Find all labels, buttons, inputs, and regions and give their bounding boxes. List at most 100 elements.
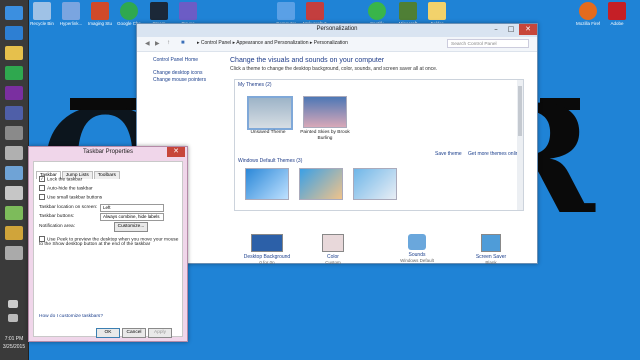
theme-unsaved[interactable] bbox=[247, 96, 293, 130]
close-button[interactable]: ✕ bbox=[519, 24, 537, 35]
dialog-titlebar[interactable]: Taskbar Properties ✕ bbox=[29, 147, 187, 159]
main-panel: Change the visuals and sounds on your co… bbox=[230, 51, 537, 265]
screen-saver-item[interactable]: Screen Saver Blank bbox=[460, 234, 522, 265]
window-titlebar[interactable]: Personalization – □ ✕ bbox=[137, 24, 537, 37]
cancel-button[interactable]: Cancel bbox=[122, 328, 146, 338]
hp-icon[interactable] bbox=[5, 106, 23, 120]
app-icon[interactable] bbox=[5, 186, 23, 200]
speaker-icon bbox=[408, 234, 426, 250]
autohide-checkbox[interactable]: Auto-hide the taskbar bbox=[39, 185, 93, 191]
themes-scrollbar[interactable] bbox=[517, 80, 523, 210]
get-more-themes-link[interactable]: Get more themes online bbox=[468, 151, 521, 157]
control-panel-icon: ■ bbox=[181, 40, 185, 46]
computer-icon bbox=[277, 2, 295, 20]
howto-link[interactable]: How do I customize taskbars? bbox=[39, 314, 103, 319]
store-icon[interactable] bbox=[5, 86, 23, 100]
desktop-background-item[interactable]: Desktop Background 0 for 0n bbox=[236, 234, 298, 265]
color-item[interactable]: Color Custom bbox=[302, 234, 364, 265]
app-icon[interactable] bbox=[5, 126, 23, 140]
breadcrumb[interactable]: ▸ Control Panel ▸ Appearance and Persona… bbox=[197, 40, 348, 46]
checkbox bbox=[39, 194, 45, 200]
small-buttons-checkbox[interactable]: Use small taskbar buttons bbox=[39, 194, 102, 200]
clock-date[interactable]: 3/25/2015 bbox=[0, 344, 28, 350]
location-label: Taskbar location on screen: bbox=[39, 205, 98, 210]
theme-flowers[interactable] bbox=[353, 168, 397, 200]
firefox-icon bbox=[579, 2, 597, 20]
peek-checkbox[interactable]: Use Peek to preview the desktop when you… bbox=[39, 236, 179, 247]
spotify-icon bbox=[368, 2, 386, 20]
buttons-select[interactable]: Always combine, hide labels bbox=[100, 213, 164, 221]
buttons-label: Taskbar buttons: bbox=[39, 214, 75, 219]
recycle-bin-icon bbox=[33, 2, 51, 20]
minecraft-icon bbox=[399, 2, 417, 20]
app-icon[interactable] bbox=[5, 246, 23, 260]
folder-icon bbox=[428, 2, 446, 20]
sidebar-item-mouse-pointers[interactable]: Change mouse pointers bbox=[153, 77, 225, 84]
sidebar-item-control-panel-home[interactable]: Control Panel Home bbox=[153, 57, 225, 64]
checkbox-checked: ✓ bbox=[39, 176, 45, 182]
default-themes-header: Windows Default Themes (3) bbox=[238, 158, 303, 164]
page-title: Change the visuals and sounds on your co… bbox=[230, 57, 385, 64]
sidebar-item-desktop-icons[interactable]: Change desktop icons bbox=[153, 70, 225, 77]
desktop-icon-hyperlink[interactable]: Hyperlink... bbox=[59, 2, 83, 26]
app-icon bbox=[91, 2, 109, 20]
checkbox bbox=[39, 185, 45, 191]
my-themes-header: My Themes (2) bbox=[238, 82, 272, 88]
back-icon[interactable]: ◀ bbox=[145, 40, 150, 47]
chrome-icon bbox=[120, 2, 138, 20]
lock-taskbar-checkbox[interactable]: ✓ Lock the taskbar bbox=[39, 176, 82, 182]
scrollbar-thumb[interactable] bbox=[518, 86, 522, 136]
app-icon[interactable] bbox=[5, 146, 23, 160]
volume-icon[interactable] bbox=[8, 314, 18, 322]
taskbar: 7:01 PM 3/25/2015 bbox=[0, 0, 29, 360]
search-input[interactable]: Search Control Panel bbox=[447, 39, 529, 48]
app-icon[interactable] bbox=[5, 226, 23, 240]
app-icon[interactable] bbox=[5, 166, 23, 180]
theme-label: Unsaved Theme bbox=[250, 130, 286, 135]
forward-icon[interactable]: ▶ bbox=[155, 40, 160, 47]
taskbar-properties-dialog: Taskbar Properties ✕ Taskbar Jump Lists To… bbox=[28, 146, 188, 342]
screen-saver-icon bbox=[481, 234, 501, 252]
desktop-icon-adobe[interactable]: Adobe bbox=[605, 2, 629, 26]
themes-list: My Themes (2) Unsaved Theme Painted Skie… bbox=[234, 79, 524, 211]
theme-label: Painted Skies by Brook Burling bbox=[300, 130, 350, 141]
apply-button[interactable]: Apply bbox=[148, 328, 172, 338]
page-subtitle: Click a theme to change the desktop back… bbox=[230, 66, 438, 72]
adobe-icon bbox=[608, 2, 626, 20]
chrome-icon[interactable] bbox=[5, 66, 23, 80]
ok-button[interactable]: OK bbox=[96, 328, 120, 338]
color-swatch-icon bbox=[322, 234, 344, 252]
app-icon bbox=[62, 2, 80, 20]
location-select[interactable]: Left bbox=[100, 204, 164, 212]
personalization-window: Personalization – □ ✕ ◀ ▶ ↑ ■ ▸ Control … bbox=[136, 23, 538, 265]
theme-lines[interactable] bbox=[299, 168, 343, 200]
steam-icon bbox=[150, 2, 168, 20]
desktop-icon-firefox[interactable]: Mozilla Firefox bbox=[576, 2, 600, 26]
save-theme-link[interactable]: Save theme bbox=[435, 151, 462, 157]
customize-button[interactable]: Customize... bbox=[114, 222, 148, 232]
dialog-body: Taskbar Jump Lists Toolbars ✓ Lock the task… bbox=[33, 161, 183, 338]
tab-strip: Taskbar Jump Lists Toolbars bbox=[36, 163, 121, 179]
explorer-icon[interactable] bbox=[5, 46, 23, 60]
window-title: Personalization bbox=[316, 26, 358, 32]
up-icon[interactable]: ↑ bbox=[167, 40, 170, 46]
notification-label: Notification area: bbox=[39, 224, 75, 229]
app-icon bbox=[179, 2, 197, 20]
desktop-icon-imaging[interactable]: Imaging Studio bbox=[88, 2, 112, 26]
notification-icon[interactable] bbox=[8, 300, 18, 308]
app-icon[interactable] bbox=[5, 206, 23, 220]
sounds-item[interactable]: Sounds Windows Default bbox=[386, 234, 448, 263]
ie-icon[interactable] bbox=[5, 26, 23, 40]
desktop-background-icon bbox=[251, 234, 283, 252]
start-icon[interactable] bbox=[5, 6, 23, 20]
maximize-button[interactable]: □ bbox=[504, 24, 518, 35]
dialog-title: Taskbar Properties bbox=[82, 149, 134, 155]
desktop-icon-recycle-bin[interactable]: Recycle Bin bbox=[30, 2, 54, 26]
theme-windows[interactable] bbox=[245, 168, 289, 200]
theme-painted-skies[interactable] bbox=[303, 96, 347, 128]
tab-toolbars[interactable]: Toolbars bbox=[93, 171, 120, 179]
clock-time[interactable]: 7:01 PM bbox=[0, 336, 28, 342]
address-bar: ◀ ▶ ↑ ■ ▸ Control Panel ▸ Appearance and… bbox=[137, 37, 537, 52]
close-button[interactable]: ✕ bbox=[167, 147, 185, 157]
minimize-button[interactable]: – bbox=[489, 24, 503, 35]
